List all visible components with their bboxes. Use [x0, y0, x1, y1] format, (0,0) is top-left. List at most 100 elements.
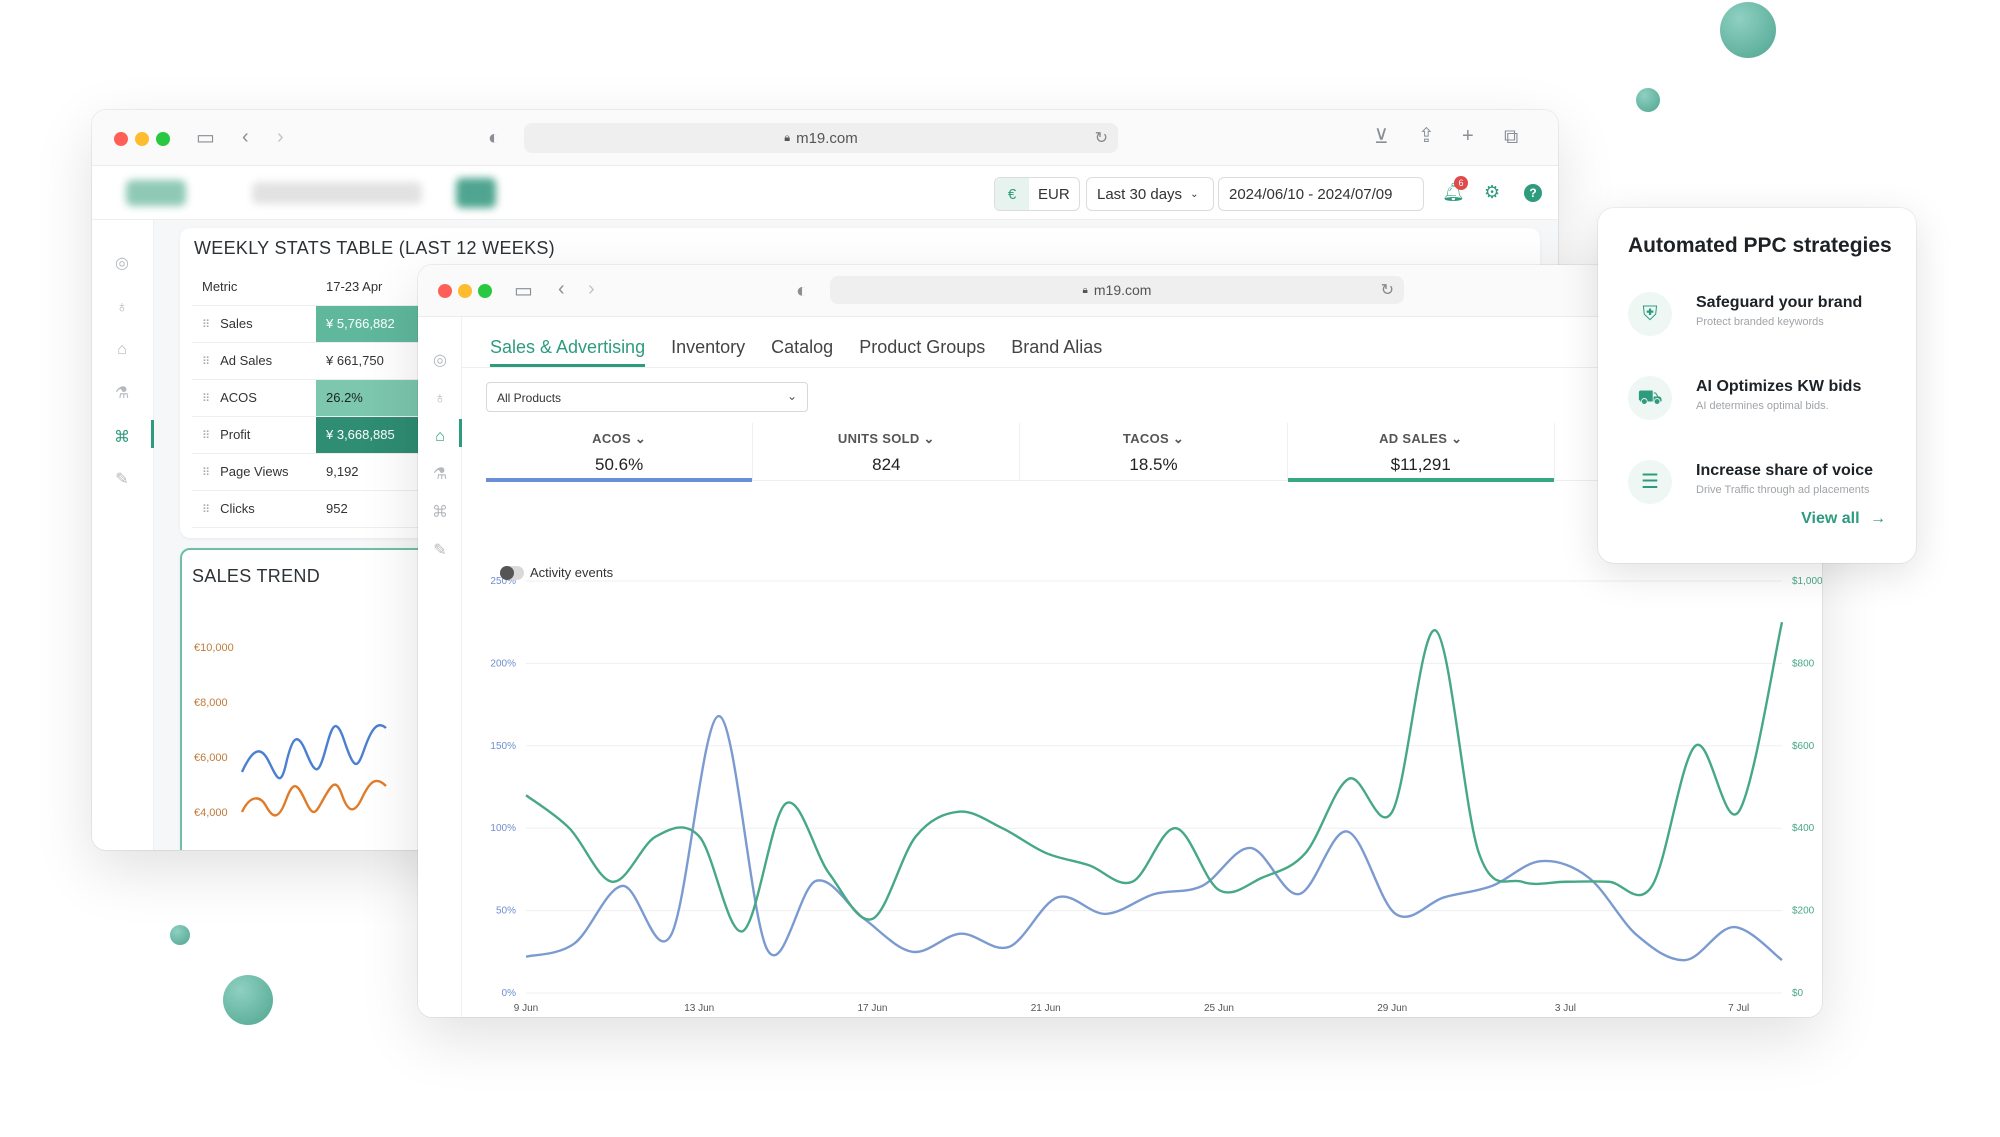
nav-tag-icon[interactable]: ⌂ [112, 340, 132, 360]
zoom-window-button[interactable] [156, 132, 170, 146]
minimize-window-button[interactable] [135, 132, 149, 146]
nav-edit-icon[interactable]: ✎ [112, 470, 132, 490]
view-all-link[interactable]: View all → [1801, 510, 1886, 528]
nav-automation-icon[interactable]: ⌘ [430, 503, 450, 523]
view-all-label: View all [1801, 510, 1860, 527]
nav-edit-icon[interactable]: ✎ [430, 541, 450, 561]
date-range-selector[interactable]: Last 30 days ⌄ [1086, 177, 1214, 211]
nav-dashboard-icon[interactable]: ◎ [112, 254, 132, 274]
drag-handle-icon[interactable]: ⠿ [202, 504, 210, 516]
kpi-card[interactable]: ACOS ⌄ 50.6% [486, 423, 754, 482]
nav-insights-icon[interactable]: ♁ [112, 298, 132, 318]
account-go-button[interactable] [456, 178, 496, 208]
drag-handle-icon[interactable]: ⠿ [202, 467, 210, 479]
chevron-down-icon[interactable]: ⌄ [1447, 431, 1462, 446]
download-icon[interactable]: ⊻ [1374, 127, 1389, 147]
toggle-switch[interactable] [500, 565, 524, 580]
panel-title: Automated PPC strategies [1628, 234, 1892, 257]
kpi-label: TACOS ⌄ [1020, 431, 1286, 447]
nav-tag-icon[interactable]: ⌂ [430, 427, 450, 447]
drag-handle-icon[interactable]: ⠿ [202, 393, 210, 405]
kpi-card[interactable]: UNITS SOLD ⌄ 824 [753, 423, 1021, 480]
series-line-left [525, 714, 1783, 962]
weekly-stats-title: WEEKLY STATS TABLE (LAST 12 WEEKS) [194, 238, 555, 258]
strategy-item[interactable]: ⛟ AI Optimizes KW bids AI determines optim… [1628, 376, 1908, 424]
metric-label: ACOS [220, 390, 257, 405]
nav-dashboard-icon[interactable]: ◎ [430, 351, 450, 371]
address-bar[interactable]: 🔒︎ m19.com ↻ [524, 123, 1118, 153]
metric-cell: ⠿ Profit [192, 416, 316, 454]
nav-lab-icon[interactable]: ⚗ [430, 465, 450, 485]
help-icon[interactable]: ? [1524, 184, 1542, 202]
side-nav: ◎ ♁ ⌂ ⚗ ⌘ ✎ [92, 220, 154, 850]
product-select[interactable]: All Products ⌄ [486, 382, 808, 412]
strategy-item[interactable]: ⛨ Safeguard your brand Protect branded key… [1628, 292, 1908, 340]
x-tick-label: 17 Jun [857, 1003, 887, 1014]
decor-dot [223, 975, 273, 1025]
back-arrow-icon[interactable]: ‹ [242, 127, 249, 147]
tabs-overview-icon[interactable]: ⧉ [1504, 127, 1518, 147]
reload-icon[interactable]: ↻ [1381, 280, 1394, 300]
side-nav: ◎ ♁ ⌂ ⚗ ⌘ ✎ [418, 317, 462, 1017]
layers-icon: ☰ [1628, 460, 1672, 504]
nav-insights-icon[interactable]: ♁ [430, 389, 450, 409]
drag-handle-icon[interactable]: ⠿ [202, 430, 210, 442]
strategy-subtitle: Drive Traffic through ad placements [1696, 484, 1870, 496]
x-tick-label: 9 Jun [514, 1003, 538, 1014]
address-bar[interactable]: 🔒︎ m19.com ↻ [830, 276, 1404, 304]
sales-chart: 0% $050% $200100% $400150% $600200% $800250% $… [490, 576, 1822, 1014]
chevron-down-icon[interactable]: ⌄ [631, 431, 646, 446]
nav-automation-icon[interactable]: ⌘ [112, 428, 132, 448]
nav-lab-icon[interactable]: ⚗ [112, 384, 132, 404]
metric-cell: ⠿ Sales [192, 305, 316, 343]
strategy-title: AI Optimizes KW bids [1696, 378, 1862, 395]
privacy-shield-icon[interactable]: ◐ [488, 128, 500, 148]
sidebar-toggle-icon[interactable]: ▭ [196, 128, 215, 148]
metric-label: Sales [220, 316, 253, 331]
metric-cell: ⠿ Page Views [192, 453, 316, 491]
kpi-selected-indicator [486, 478, 753, 482]
currency-selector[interactable]: € EUR [994, 177, 1080, 211]
x-tick-label: 7 Jul [1728, 1003, 1749, 1014]
kpi-label-text: AD SALES [1379, 431, 1448, 446]
x-tick-label: 13 Jun [684, 1003, 714, 1014]
tab-inventory[interactable]: Inventory [671, 317, 745, 367]
forward-arrow-icon[interactable]: › [277, 127, 284, 147]
tab-sales-advertising[interactable]: Sales & Advertising [490, 317, 646, 367]
close-window-button[interactable] [438, 284, 452, 298]
tab-catalog[interactable]: Catalog [771, 317, 833, 367]
reload-icon[interactable]: ↻ [1095, 128, 1108, 148]
back-arrow-icon[interactable]: ‹ [558, 279, 565, 299]
tab-product-groups[interactable]: Product Groups [859, 317, 985, 367]
y-right-tick-label: $600 [1792, 741, 1815, 752]
chevron-down-icon[interactable]: ⌄ [920, 431, 935, 446]
kpi-card[interactable]: AD SALES ⌄ $11,291 [1287, 423, 1555, 482]
date-picker[interactable]: 2024/06/10 - 2024/07/09 [1218, 177, 1424, 211]
activity-events-toggle[interactable]: Activity events [500, 565, 613, 580]
gear-icon[interactable]: ⚙ [1484, 182, 1500, 203]
new-tab-icon[interactable]: + [1462, 126, 1474, 146]
forward-arrow-icon[interactable]: › [588, 279, 595, 299]
kpi-label: ACOS ⌄ [486, 431, 752, 447]
notification-badge: 6 [1454, 176, 1468, 190]
sidebar-toggle-icon[interactable]: ▭ [514, 281, 533, 301]
chevron-down-icon[interactable]: ⌄ [1169, 431, 1184, 446]
close-window-button[interactable] [114, 132, 128, 146]
decor-dot [1720, 2, 1776, 58]
minimize-window-button[interactable] [458, 284, 472, 298]
zoom-window-button[interactable] [478, 284, 492, 298]
tab-brand-alias[interactable]: Brand Alias [1011, 317, 1102, 367]
arrow-right-icon: → [1870, 510, 1886, 527]
metric-cell: ⠿ Clicks [192, 490, 316, 528]
share-icon[interactable]: ⇪ [1418, 126, 1435, 146]
privacy-shield-icon[interactable]: ◐ [796, 281, 808, 301]
account-selector[interactable] [252, 182, 422, 204]
chevron-down-icon: ⌄ [1190, 188, 1199, 200]
kpi-card[interactable]: TACOS ⌄ 18.5% [1020, 423, 1288, 480]
y-left-tick-label: 0% [502, 988, 517, 999]
drag-handle-icon[interactable]: ⠿ [202, 356, 210, 368]
drag-handle-icon[interactable]: ⠿ [202, 319, 210, 331]
strategy-item[interactable]: ☰ Increase share of voice Drive Traffic th… [1628, 460, 1908, 508]
date-range-label: Last 30 days [1097, 185, 1183, 203]
chevron-down-icon: ⌄ [786, 389, 797, 403]
